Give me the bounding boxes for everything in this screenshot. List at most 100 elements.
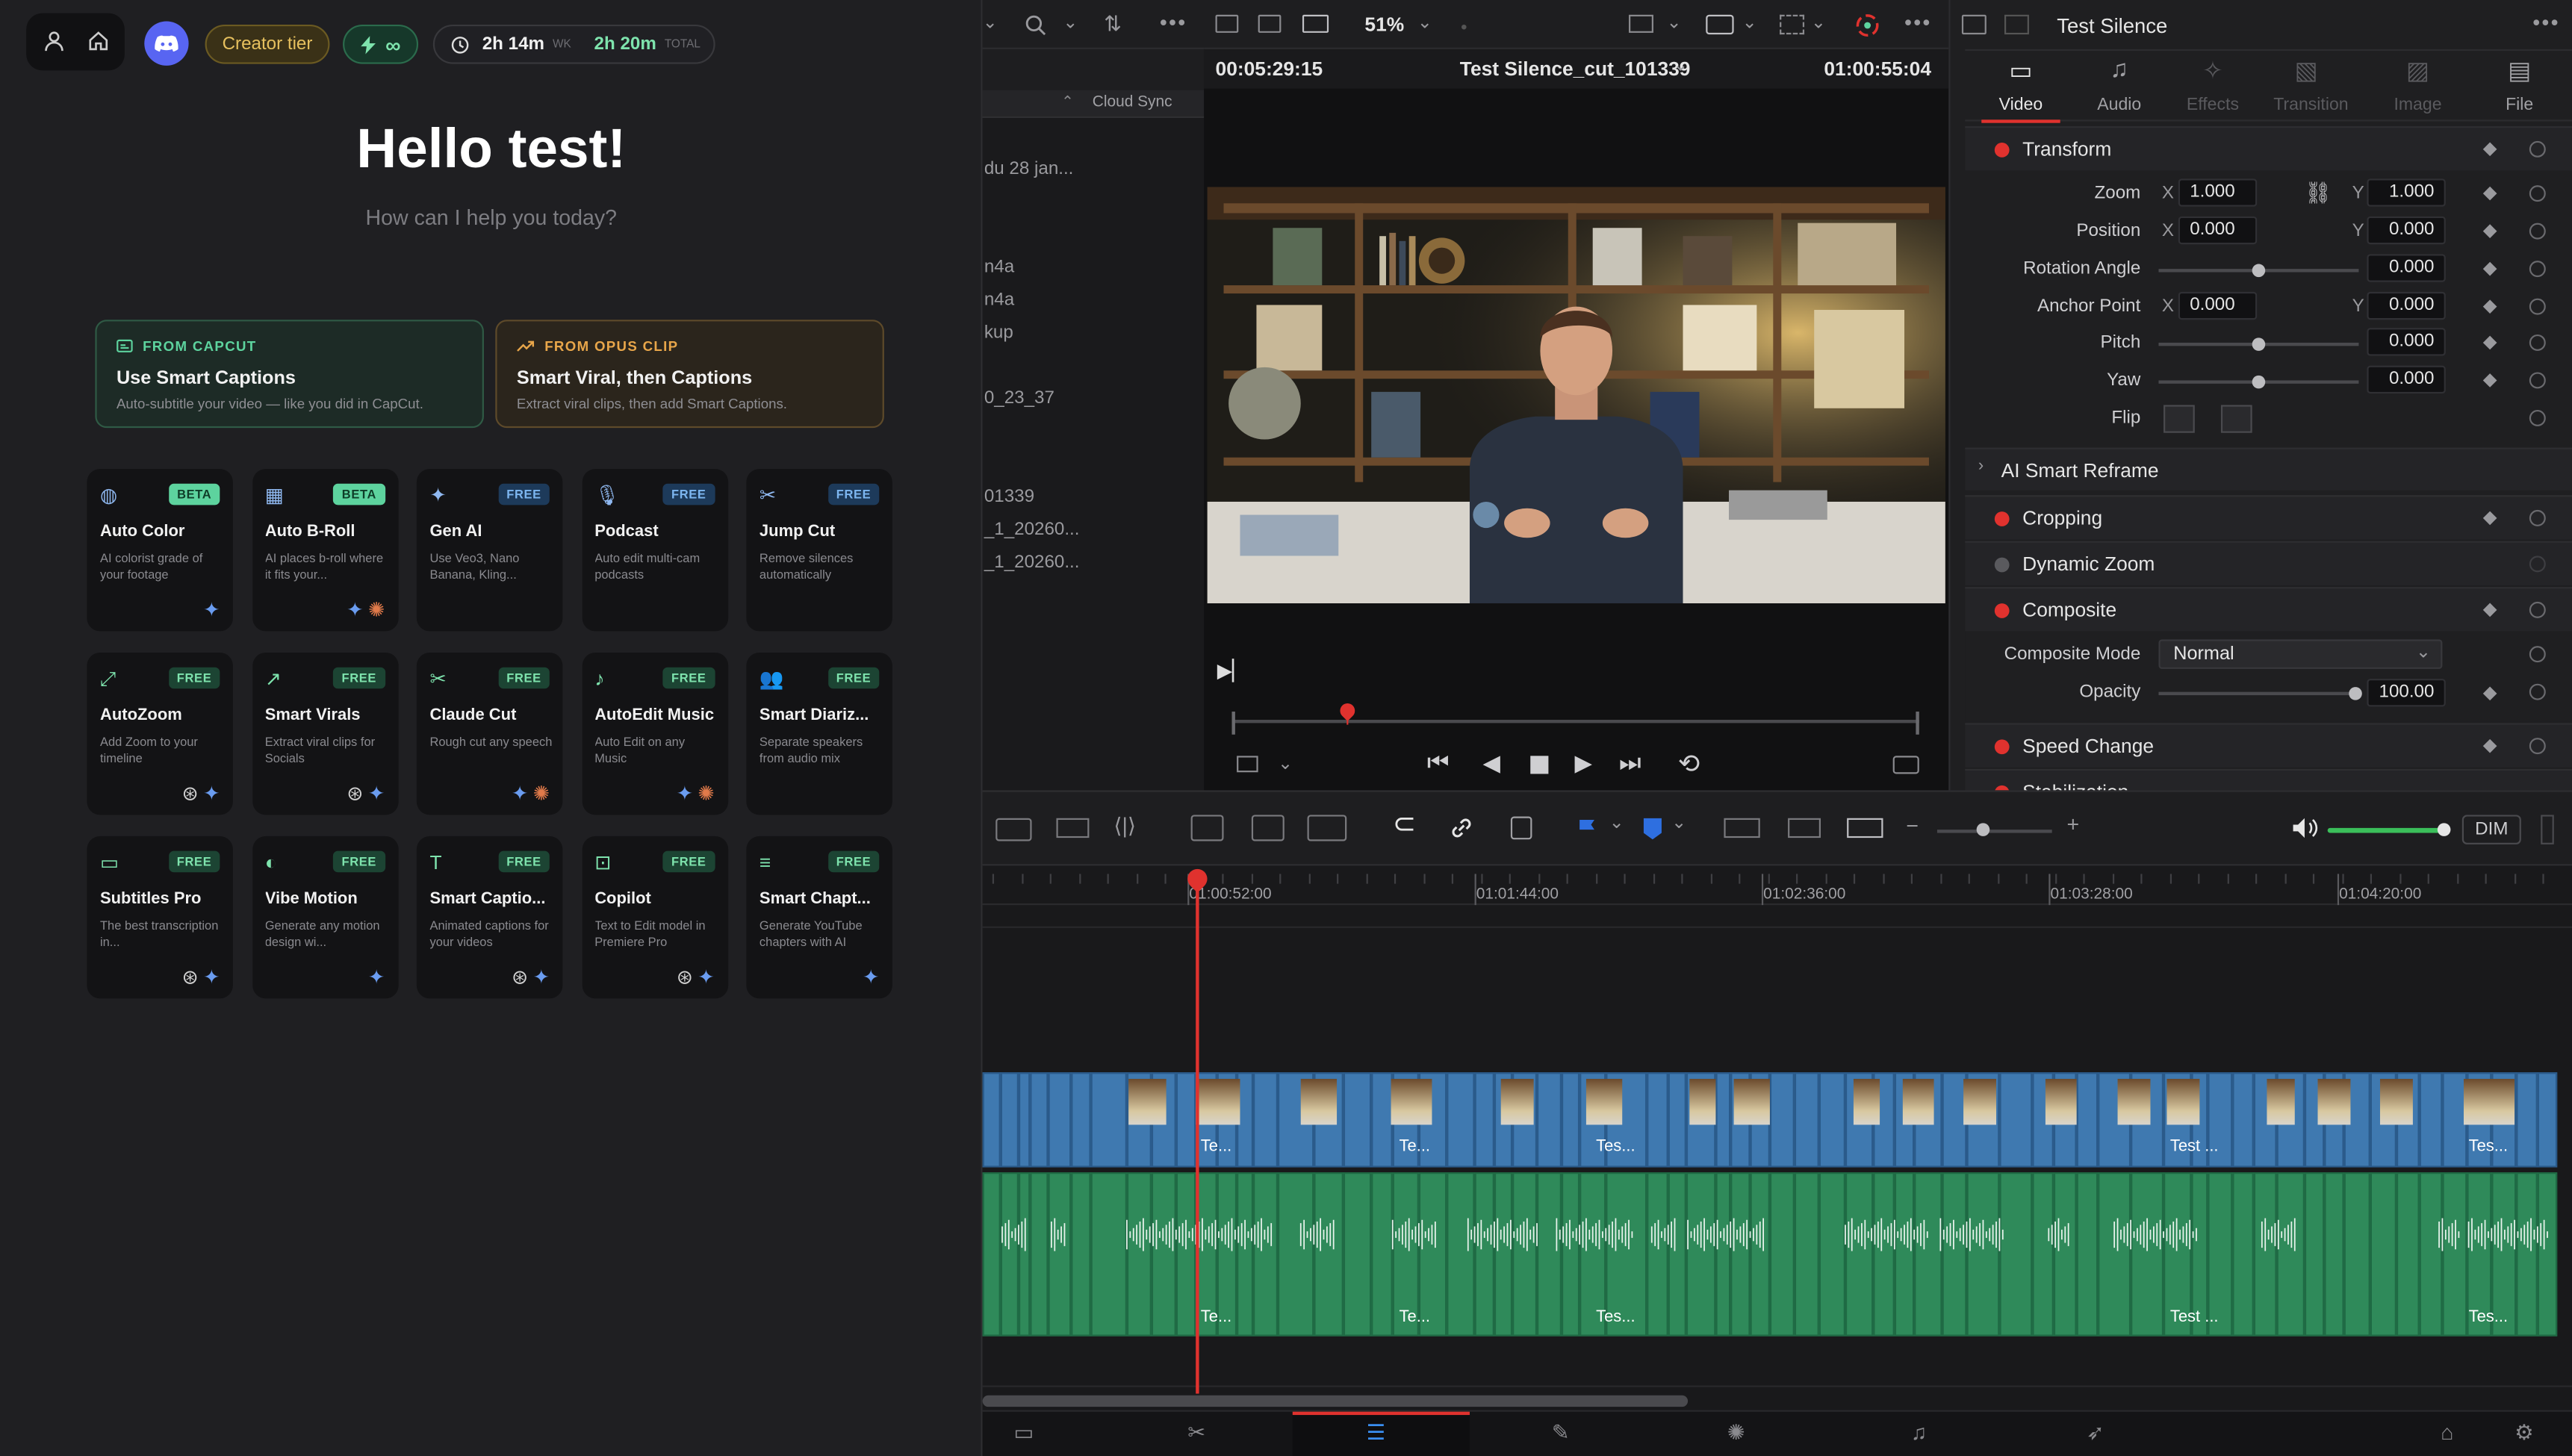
zoom-detail-icon[interactable] [1788, 818, 1821, 839]
keyframe-diamond-icon[interactable] [2482, 261, 2497, 276]
video-frame[interactable] [1207, 187, 1945, 604]
fairlight-page-icon[interactable]: ♫ [1911, 1420, 1927, 1445]
video-clip[interactable] [1794, 1072, 1819, 1168]
video-clip[interactable] [2419, 1072, 2443, 1168]
volume-slider[interactable] [2327, 827, 2446, 833]
stop-icon[interactable] [1530, 756, 1549, 774]
timeline-ruler[interactable]: 01:00:52:00 01:01:44:00 01:02:36:00 01:03:2… [982, 865, 2572, 906]
viewer-layout-icon[interactable] [1215, 14, 1239, 33]
chevron-down-icon[interactable]: ⌄ [1278, 753, 1293, 774]
video-clip[interactable] [1090, 1072, 1127, 1168]
tool-card[interactable]: ⤢ FREE AutoZoom Add Zoom to your timeline ⊛ ✦ [87, 652, 233, 815]
stabilization-enable-toggle[interactable] [1994, 785, 2010, 791]
cut-page-icon[interactable]: ✂ [1187, 1420, 1205, 1446]
tool-card[interactable]: T FREE Smart Captio... Animated captions fo… [416, 836, 563, 999]
keyframe-diamond-icon[interactable] [2482, 142, 2497, 157]
flag-icon[interactable] [1578, 818, 1596, 840]
opacity-field[interactable]: 100.00 [2367, 679, 2446, 707]
play-icon[interactable]: ▶ [1575, 750, 1593, 777]
video-clip[interactable] [1018, 1072, 1031, 1168]
tool-card[interactable]: ♪ FREE AutoEdit Music Auto Edit on any Musi… [581, 652, 728, 815]
reset-icon[interactable] [2529, 556, 2546, 573]
gear-icon[interactable]: ⚙ [2514, 1420, 2534, 1446]
reset-icon[interactable] [2529, 738, 2546, 755]
timeline-playhead-line[interactable] [1196, 880, 1199, 1394]
home-icon[interactable] [87, 30, 110, 53]
param-y-field[interactable]: 0.000 [2367, 291, 2446, 320]
clip-name[interactable]: Test Silence_cut_101339 [1460, 57, 1691, 81]
video-clip[interactable] [2232, 1072, 2254, 1168]
tool-card[interactable]: ◍ BETA Auto Color AI colorist grade of your… [87, 469, 233, 632]
zoom-full-icon[interactable] [1724, 818, 1760, 839]
video-clip[interactable] [1647, 1072, 1668, 1168]
go-to-end-icon[interactable]: ⏭ [1619, 750, 1641, 777]
tool-card[interactable]: 🎙 FREE Podcast Auto edit multi-cam podcasts [581, 469, 728, 632]
param-x-field[interactable]: 1.000 [2178, 178, 2258, 207]
loop-icon[interactable]: ⟲ [1678, 747, 1700, 780]
play-in-viewer-icon[interactable]: ▶▏ [1217, 659, 1248, 682]
media-item[interactable]: 01339 [984, 487, 1034, 506]
deliver-page-icon[interactable]: ➶ [2087, 1420, 2104, 1446]
crop-icon[interactable] [1237, 756, 1258, 773]
video-clip[interactable] [1343, 1072, 1372, 1168]
tab-video[interactable]: ▭ Video [1981, 56, 2060, 123]
more-options-icon[interactable]: ••• [1160, 10, 1187, 34]
video-clip[interactable] [1253, 1072, 1278, 1168]
media-item[interactable]: du 28 jan... [984, 159, 1074, 178]
position-lock-icon[interactable] [1510, 816, 1532, 840]
out-point-marker[interactable] [1916, 712, 1919, 735]
user-icon[interactable] [43, 30, 66, 53]
tool-card[interactable]: ▦ BETA Auto B-Roll AI places b-roll where i… [252, 469, 398, 632]
image-icon[interactable] [1258, 14, 1282, 33]
param-slider-knob[interactable] [2252, 375, 2266, 389]
inspector-split-icon[interactable] [2004, 14, 2029, 35]
volume-slider-knob[interactable] [2437, 823, 2451, 836]
speed-change-enable-toggle[interactable] [1994, 739, 2010, 755]
tool-card[interactable]: ◐ FREE Vibe Motion Generate any motion desi… [252, 836, 398, 999]
chevron-down-icon[interactable]: ⌄ [983, 11, 998, 33]
chevron-down-icon[interactable]: ⌄ [1673, 54, 1688, 75]
video-clip[interactable] [1769, 1072, 1795, 1168]
param-x-field[interactable]: 0.000 [2178, 216, 2258, 245]
zoom-level[interactable]: 51% [1364, 13, 1404, 37]
param-y-field[interactable]: 1.000 [2367, 178, 2446, 207]
transform-overlay-icon[interactable] [1780, 14, 1805, 35]
video-clip[interactable] [1175, 1072, 1196, 1168]
chevron-down-icon[interactable]: ⌄ [1609, 812, 1624, 833]
in-point-marker[interactable] [1231, 712, 1235, 735]
media-item[interactable]: kup [984, 323, 1013, 343]
snapping-icon[interactable]: ⊂ [1393, 809, 1416, 841]
video-clip[interactable] [1030, 1072, 1049, 1168]
zoom-in-icon[interactable]: + [2066, 812, 2079, 836]
keyframe-diamond-icon[interactable] [2482, 186, 2497, 201]
keyframe-diamond-icon[interactable] [2482, 738, 2497, 753]
chevron-down-icon[interactable]: ⌄ [1063, 11, 1078, 33]
dynamic-trim-icon[interactable] [1056, 818, 1090, 839]
dynamic-zoom-enable-toggle[interactable] [1994, 557, 2010, 573]
zoom-custom-icon[interactable] [1847, 818, 1883, 839]
reset-icon[interactable] [2529, 509, 2546, 526]
media-item[interactable]: 0_23_37 [984, 388, 1054, 408]
reset-icon[interactable] [2529, 646, 2546, 663]
tool-card[interactable]: ✂ FREE Jump Cut Remove silences automatical… [746, 469, 892, 632]
play-reverse-icon[interactable]: ◀ [1483, 750, 1501, 777]
hdr-icon[interactable] [1706, 14, 1734, 35]
tool-card[interactable]: ✦ FREE Gen AI Use Veo3, Nano Banana, Kling.… [416, 469, 563, 632]
edit-page-icon[interactable]: ☰ [1367, 1420, 1386, 1446]
video-clip[interactable] [1537, 1072, 1562, 1168]
cloud-sync-column[interactable]: Cloud Sync [1093, 93, 1172, 111]
keyframe-diamond-icon[interactable] [2482, 335, 2497, 350]
video-clip[interactable] [982, 1072, 1001, 1168]
param-y-field[interactable]: 0.000 [2367, 216, 2446, 245]
sort-icon[interactable]: ⇅ [1104, 11, 1122, 37]
video-clip[interactable] [1071, 1072, 1091, 1168]
keyframe-diamond-icon[interactable] [2482, 224, 2497, 238]
link-icon[interactable] [1448, 815, 1474, 841]
tool-card[interactable]: ▭ FREE Subtitles Pro The best transcription… [87, 836, 233, 999]
video-clip[interactable] [2516, 1072, 2538, 1168]
search-icon[interactable] [1025, 15, 1047, 37]
param-value-field[interactable]: 0.000 [2367, 328, 2446, 356]
reset-icon[interactable] [2529, 601, 2546, 618]
tier-badge[interactable]: Creator tier [205, 24, 330, 64]
tab-effects[interactable]: ✧ Effects [2180, 56, 2246, 122]
